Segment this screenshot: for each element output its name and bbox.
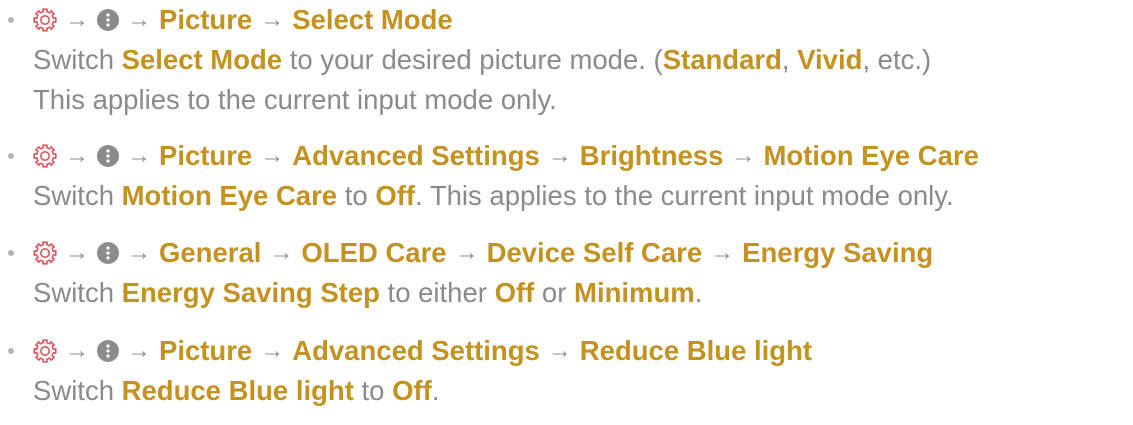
- arrow-separator: →: [65, 142, 89, 169]
- highlight-term: Vivid: [797, 44, 863, 75]
- description-text: . This applies to the current input mode…: [415, 180, 954, 211]
- path-step: Picture: [159, 335, 253, 366]
- arrow-separator: →: [260, 142, 285, 169]
- settings-path: → → Picture → Select Mode: [33, 0, 931, 40]
- description-text: Switch: [33, 44, 122, 75]
- settings-path: → → General → OLED Care → Device Self Care → Ene…: [33, 233, 933, 273]
- arrow-separator: →: [65, 6, 89, 33]
- path-step: Advanced Settings: [292, 335, 540, 366]
- gear-icon: [33, 144, 57, 168]
- item-description: Switch Motion Eye Care to Off. This appl…: [33, 176, 979, 216]
- description-text: .: [694, 277, 703, 308]
- more-menu-icon: [97, 9, 119, 31]
- description-text: to either: [379, 277, 495, 308]
- list-item: → → Picture → Advanced Settings → Brightness → M…: [0, 136, 979, 216]
- more-menu-icon: [97, 340, 119, 362]
- arrow-separator: →: [454, 239, 479, 266]
- description-text: to your desired picture mode. (: [282, 44, 663, 75]
- bullet: [8, 250, 14, 256]
- arrow-separator: →: [127, 6, 151, 33]
- path-step: Brightness: [579, 140, 724, 171]
- arrow-separator: →: [260, 337, 285, 364]
- highlight-term: Reduce Blue light: [121, 375, 354, 406]
- highlight-term: Energy Saving Step: [121, 277, 380, 308]
- path-step: Device Self Care: [486, 237, 703, 268]
- path-step: General: [159, 237, 262, 268]
- item-description: Switch Reduce Blue light to Off.: [33, 371, 812, 411]
- description-text: .: [431, 375, 440, 406]
- bullet: [8, 17, 14, 23]
- gear-icon: [33, 339, 57, 363]
- arrow-separator: →: [127, 337, 151, 364]
- arrow-separator: →: [731, 142, 756, 169]
- arrow-separator: →: [269, 239, 294, 266]
- path-step: Motion Eye Care: [763, 140, 979, 171]
- path-step: Picture: [159, 140, 253, 171]
- description-text: ,: [781, 44, 798, 75]
- list-item: → → General → OLED Care → Device Self Care → Ene…: [0, 233, 933, 313]
- gear-icon: [33, 8, 57, 32]
- arrow-separator: →: [65, 239, 89, 266]
- bullet: [8, 153, 14, 159]
- arrow-separator: →: [710, 239, 735, 266]
- more-menu-icon: [97, 145, 119, 167]
- description-text: Switch: [33, 180, 122, 211]
- highlight-term: Select Mode: [121, 44, 283, 75]
- list-item: → → Picture → Advanced Settings → Reduce Blue …: [0, 331, 812, 411]
- settings-path: → → Picture → Advanced Settings → Reduce Blue …: [33, 331, 812, 371]
- item-description-note: This applies to the current input mode o…: [33, 84, 557, 115]
- item-description: Switch Select Mode to your desired pictu…: [33, 40, 931, 80]
- description-text: Switch: [33, 277, 122, 308]
- arrow-separator: →: [547, 337, 572, 364]
- path-step: Energy Saving: [742, 237, 934, 268]
- path-step: OLED Care: [301, 237, 447, 268]
- list-item: → → Picture → Select Mode Switch Select Mode…: [0, 0, 931, 120]
- more-menu-icon: [97, 242, 119, 264]
- path-step: Advanced Settings: [292, 140, 540, 171]
- arrow-separator: →: [547, 142, 572, 169]
- highlight-term: Off: [375, 180, 416, 211]
- highlight-term: Minimum: [574, 277, 695, 308]
- path-step: Picture: [159, 4, 253, 35]
- highlight-term: Off: [494, 277, 535, 308]
- item-description: Switch Energy Saving Step to either Off …: [33, 273, 933, 313]
- description-text: , etc.): [862, 44, 932, 75]
- gear-icon: [33, 241, 57, 265]
- highlight-term: Standard: [662, 44, 782, 75]
- description-text: to: [337, 180, 376, 211]
- arrow-separator: →: [260, 6, 285, 33]
- description-text: Switch: [33, 375, 122, 406]
- bullet: [8, 348, 14, 354]
- highlight-term: Off: [392, 375, 432, 406]
- highlight-term: Motion Eye Care: [121, 180, 338, 211]
- description-text: to: [353, 375, 393, 406]
- arrow-separator: →: [127, 142, 151, 169]
- arrow-separator: →: [127, 239, 151, 266]
- arrow-separator: →: [65, 337, 89, 364]
- path-step: Reduce Blue light: [579, 335, 813, 366]
- path-step: Select Mode: [292, 4, 453, 35]
- settings-path: → → Picture → Advanced Settings → Brightness → M…: [33, 136, 979, 176]
- description-text: or: [534, 277, 575, 308]
